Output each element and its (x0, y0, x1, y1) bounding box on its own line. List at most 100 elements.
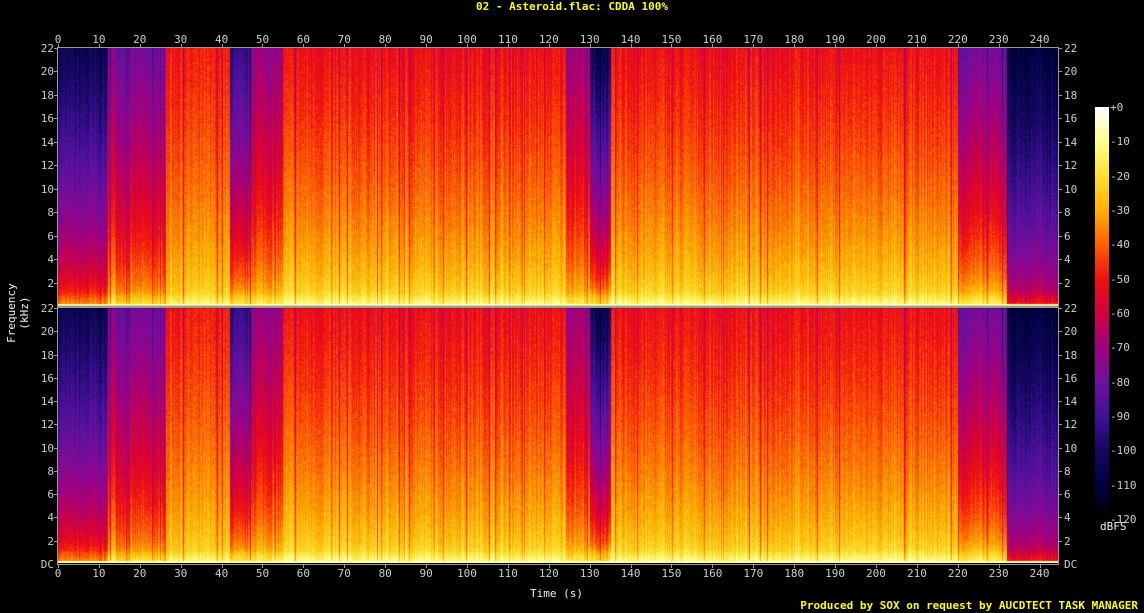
x-tick-mark (221, 44, 223, 48)
x-tick-label-bottom: 50 (255, 567, 270, 580)
colorbar-tick-label: -50 (1110, 272, 1130, 286)
y-tick-label-right: 8 (1064, 464, 1071, 478)
x-tick-label-bottom: 190 (825, 567, 846, 580)
y-tick-label-right: 20 (1064, 325, 1078, 339)
x-tick-mark (630, 564, 632, 568)
y-tick-label-left: 10 (40, 182, 54, 196)
x-tick-mark (1039, 564, 1041, 568)
colorbar-tick-label: -30 (1110, 204, 1130, 217)
colorbar-tick-label: -80 (1110, 375, 1130, 389)
y-tick-mark (1058, 517, 1062, 519)
y-tick-mark (54, 259, 58, 261)
y-tick-mark (1058, 118, 1062, 120)
y-tick-mark (54, 188, 58, 190)
x-tick-label-bottom: 180 (784, 567, 805, 580)
y-tick-label-left: 18 (40, 88, 54, 102)
x-tick-mark (875, 564, 877, 568)
x-tick-label-bottom: 210 (906, 567, 927, 580)
y-tick-label-left: 22 (40, 42, 54, 55)
y-tick-label-right: 10 (1064, 182, 1078, 196)
y-tick-mark (54, 235, 58, 237)
y-tick-label-dc-left: DC (40, 558, 54, 571)
x-tick-label-bottom: 130 (579, 567, 600, 580)
x-tick-label-bottom: 150 (661, 567, 682, 580)
y-tick-label-left: 14 (40, 135, 54, 149)
y-tick-mark (1058, 540, 1062, 542)
x-tick-mark (712, 44, 714, 48)
x-tick-mark (998, 44, 1000, 48)
x-tick-label-bottom: 220 (947, 567, 968, 580)
y-tick-label-left: 2 (47, 534, 54, 548)
x-tick-label-bottom: 60 (296, 567, 311, 580)
x-tick-mark (957, 564, 959, 568)
y-tick-mark (1058, 470, 1062, 472)
x-tick-label-bottom: 70 (337, 567, 351, 580)
x-tick-label-bottom: 90 (419, 567, 433, 580)
x-tick-label-bottom: 160 (702, 567, 723, 580)
y-tick-mark (1058, 377, 1062, 379)
x-tick-mark (262, 564, 264, 568)
y-tick-mark (54, 354, 58, 356)
y-tick-mark (54, 71, 58, 73)
y-tick-mark (54, 494, 58, 496)
x-tick-label-bottom: 10 (92, 567, 106, 580)
y-tick-label-left: 14 (40, 395, 54, 409)
y-tick-mark (1058, 424, 1062, 426)
y-tick-mark (54, 540, 58, 542)
y-tick-mark (54, 424, 58, 426)
colorbar-tick-label: -90 (1110, 410, 1130, 423)
y-tick-label-dc-right: DC (1064, 558, 1078, 571)
colorbar-tick-label: -70 (1110, 341, 1130, 355)
y-tick-mark (54, 470, 58, 472)
x-tick-label-bottom: 200 (866, 567, 886, 580)
y-tick-mark (1058, 259, 1062, 261)
y-tick-label-right: 16 (1064, 112, 1078, 126)
x-tick-label-bottom: 120 (538, 567, 559, 580)
y-tick-mark (54, 118, 58, 120)
x-tick-mark (180, 44, 182, 48)
x-tick-label-bottom: 170 (743, 567, 764, 580)
x-tick-mark (262, 44, 264, 48)
x-tick-mark (385, 564, 387, 568)
y-tick-label-right: 4 (1064, 253, 1071, 267)
y-tick-mark (54, 377, 58, 379)
y-tick-label-right: 18 (1064, 88, 1078, 102)
footer-credit: Produced by SOX on request by AUCDTECT T… (800, 599, 1138, 612)
y-axis-label: Frequency (kHz) (5, 283, 31, 343)
x-tick-mark (507, 44, 509, 48)
y-tick-label-left: 4 (47, 511, 54, 525)
y-tick-mark (1058, 48, 1062, 49)
x-tick-label-bottom: 80 (378, 567, 392, 580)
x-tick-mark (671, 44, 673, 48)
x-tick-mark (630, 44, 632, 48)
y-tick-mark (54, 212, 58, 214)
colorbar (1095, 107, 1109, 519)
x-tick-label-bottom: 240 (1029, 567, 1050, 580)
x-tick-mark (426, 44, 428, 48)
y-tick-label-right: 18 (1064, 348, 1078, 362)
y-tick-label-right: 8 (1064, 206, 1071, 220)
x-axis-label: Time (s) (530, 587, 583, 600)
x-tick-mark (548, 44, 550, 48)
y-tick-label-left: 10 (40, 441, 54, 455)
x-tick-label-bottom: 100 (457, 567, 477, 580)
chart-title: 02 - Asteroid.flac: CDDA 100% (475, 0, 669, 13)
y-tick-label-left: 4 (47, 253, 54, 267)
x-tick-mark (671, 564, 673, 568)
y-tick-mark (1058, 71, 1062, 73)
y-tick-label-right: 12 (1064, 418, 1078, 432)
colorbar-tick-label: +0 (1110, 101, 1124, 114)
y-tick-mark (1058, 94, 1062, 96)
y-tick-mark (1058, 308, 1062, 309)
y-tick-mark (54, 282, 58, 284)
colorbar-tick-label: -60 (1110, 307, 1130, 320)
x-tick-mark (835, 564, 837, 568)
x-tick-mark (58, 44, 59, 48)
y-tick-mark (1058, 212, 1062, 214)
x-tick-mark (139, 44, 141, 48)
x-tick-mark (916, 44, 918, 48)
y-tick-label-right: 22 (1064, 42, 1078, 55)
colorbar-tick-label: -20 (1110, 169, 1130, 183)
x-tick-label-bottom: 110 (497, 567, 518, 580)
x-tick-mark (835, 44, 837, 48)
